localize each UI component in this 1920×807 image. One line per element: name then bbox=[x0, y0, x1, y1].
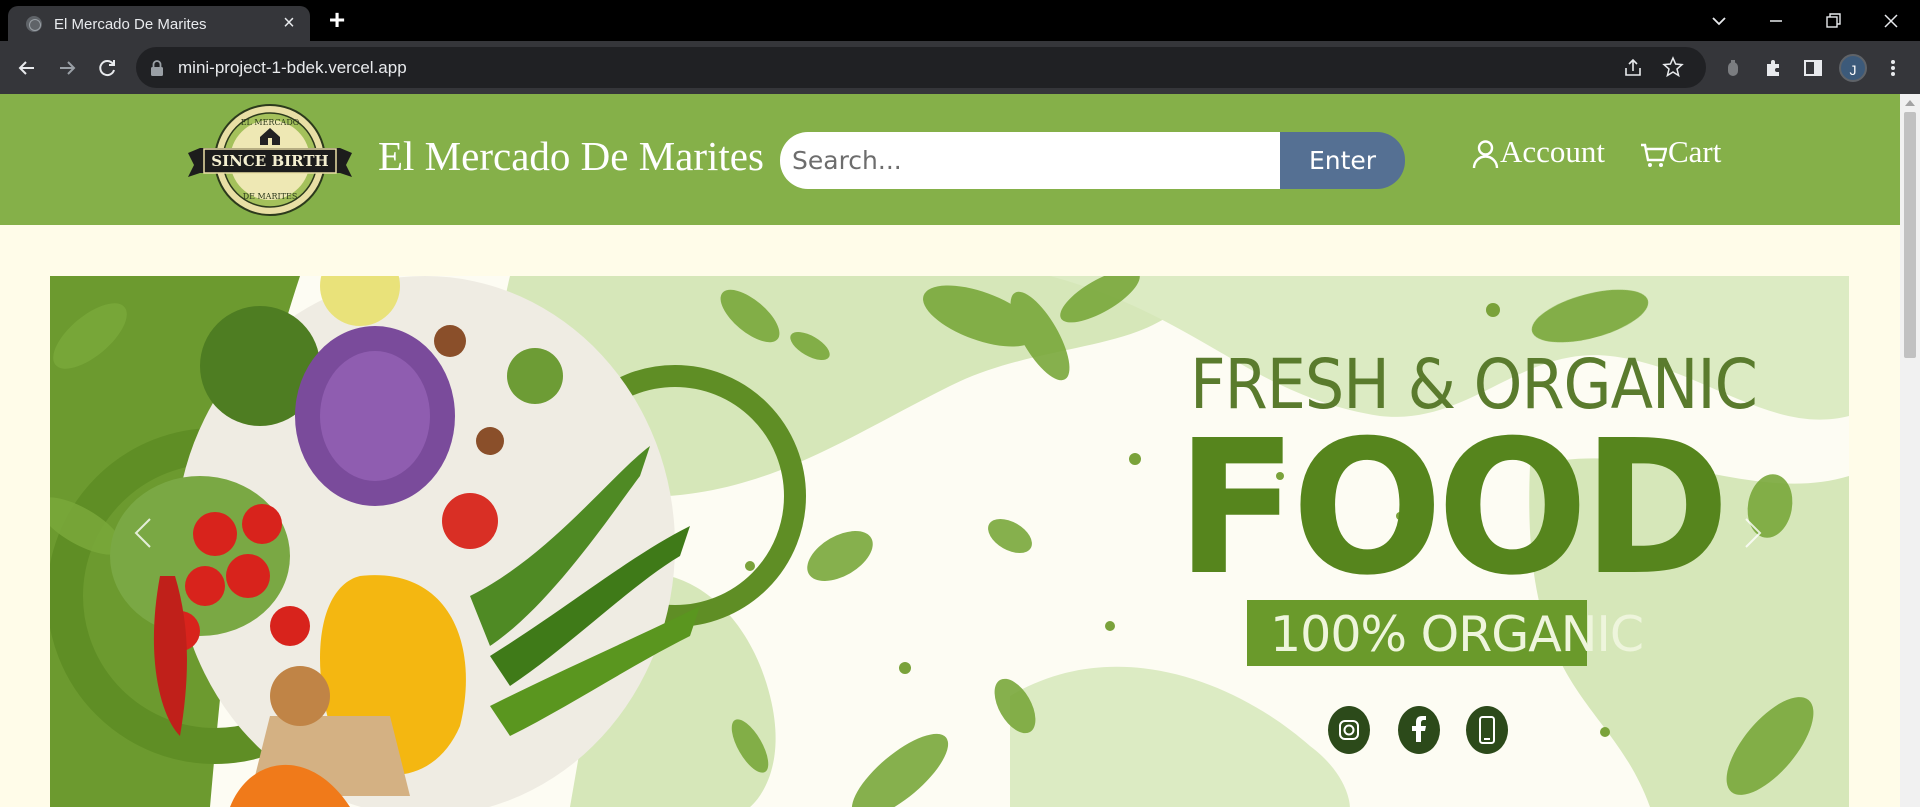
logo-bottom-text: DE MARITES bbox=[243, 192, 298, 201]
site-logo[interactable]: SINCE BIRTH EL MERCADO DE MARITES bbox=[188, 103, 352, 218]
forward-arrow-icon[interactable] bbox=[52, 53, 82, 83]
share-icon[interactable] bbox=[1622, 57, 1644, 79]
globe-icon bbox=[26, 16, 42, 32]
account-label: Account bbox=[1500, 134, 1606, 169]
scroll-up-arrow-icon[interactable] bbox=[1905, 100, 1915, 106]
carousel-next-chevron-icon[interactable] bbox=[1738, 513, 1768, 553]
tab-title: El Mercado De Marites bbox=[54, 16, 207, 33]
site-title[interactable]: El Mercado De Marites bbox=[378, 132, 764, 180]
logo-top-text: EL MERCADO bbox=[241, 118, 300, 127]
account-link[interactable]: Account bbox=[1472, 134, 1606, 174]
url-text: mini-project-1-bdek.vercel.app bbox=[178, 58, 407, 77]
search-enter-button[interactable]: Enter bbox=[1280, 132, 1405, 189]
browser-toolbar: mini-project-1-bdek.vercel.app J bbox=[0, 41, 1920, 94]
address-bar[interactable]: mini-project-1-bdek.vercel.app bbox=[136, 47, 1706, 88]
logo-band-text: SINCE BIRTH bbox=[211, 152, 328, 170]
minimize-icon[interactable] bbox=[1761, 6, 1791, 36]
phone-icon bbox=[1466, 706, 1508, 754]
user-icon bbox=[1472, 140, 1499, 169]
search-bar: Enter bbox=[780, 132, 1405, 189]
close-window-icon[interactable] bbox=[1876, 6, 1906, 36]
cart-label: Cart bbox=[1668, 134, 1722, 169]
profile-avatar[interactable]: J bbox=[1839, 54, 1867, 82]
page-scrollbar[interactable] bbox=[1900, 94, 1920, 807]
browser-tab-strip: El Mercado De Marites × + bbox=[0, 0, 1920, 41]
carousel-prev-chevron-icon[interactable] bbox=[128, 513, 158, 553]
hero-headline-food: FOOD bbox=[1176, 400, 1730, 616]
site-navbar: SINCE BIRTH EL MERCADO DE MARITES El Mer… bbox=[0, 94, 1900, 225]
cart-icon bbox=[1641, 143, 1667, 167]
back-arrow-icon[interactable] bbox=[12, 53, 42, 83]
tab-close-icon[interactable]: × bbox=[278, 12, 300, 34]
reload-icon[interactable] bbox=[92, 53, 122, 83]
scrollbar-thumb[interactable] bbox=[1904, 112, 1916, 358]
hero-carousel: FRESH & ORGANIC FOOD 100% ORGANIC bbox=[50, 276, 1849, 807]
search-input[interactable] bbox=[780, 132, 1280, 189]
puzzle-extensions-icon[interactable] bbox=[1758, 53, 1788, 83]
instagram-icon bbox=[1328, 706, 1370, 754]
extension-icon[interactable] bbox=[1718, 53, 1748, 83]
facebook-icon bbox=[1398, 706, 1440, 754]
cart-link[interactable]: Cart bbox=[1640, 134, 1732, 174]
new-tab-plus-icon[interactable]: + bbox=[324, 6, 350, 34]
restore-icon[interactable] bbox=[1818, 6, 1848, 36]
organic-badge-text: 100% ORGANIC bbox=[1270, 606, 1644, 663]
side-panel-icon[interactable] bbox=[1798, 53, 1828, 83]
kebab-menu-icon[interactable] bbox=[1878, 53, 1908, 83]
bookmark-star-icon[interactable] bbox=[1662, 56, 1684, 78]
browser-tab[interactable]: El Mercado De Marites × bbox=[8, 6, 310, 41]
page-viewport: SINCE BIRTH EL MERCADO DE MARITES El Mer… bbox=[0, 94, 1900, 807]
lock-icon bbox=[151, 60, 163, 76]
tab-search-chevron-icon[interactable] bbox=[1704, 6, 1734, 36]
